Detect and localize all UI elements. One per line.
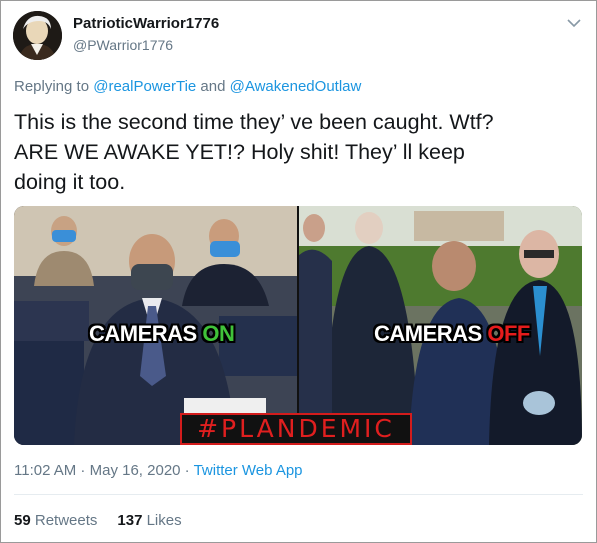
user-handle[interactable]: @PWarrior1776 <box>73 37 173 53</box>
mention-link-1[interactable]: @realPowerTie <box>93 78 196 95</box>
avatar[interactable] <box>13 11 62 60</box>
tweet-line: This is the second time they’ ve been ca… <box>14 110 494 134</box>
display-name[interactable]: PatrioticWarrior1776 <box>73 15 219 32</box>
caption-cameras-on: CAMERAS ON <box>89 321 235 347</box>
chevron-down-icon[interactable] <box>564 15 584 31</box>
retweets-count: 59 <box>14 512 31 529</box>
caption-prefix: CAMERAS <box>374 321 488 346</box>
tweet-date[interactable]: May 16, 2020 <box>90 462 181 479</box>
caption-cameras-off: CAMERAS OFF <box>374 321 530 347</box>
tweet-card: PatrioticWarrior1776 @PWarrior1776 Reply… <box>0 0 597 543</box>
caption-prefix: CAMERAS <box>89 321 203 346</box>
reply-prefix: Replying to <box>14 78 94 95</box>
likes-count: 137 <box>117 512 143 529</box>
reply-joiner: and <box>196 78 230 95</box>
meta-separator: · <box>180 462 194 479</box>
tweet-image[interactable]: CAMERAS ON CAMERAS OFF #PLANDEMIC <box>14 206 582 445</box>
mention-link-2[interactable]: @AwakenedOutlaw <box>230 78 362 95</box>
retweets-label: Retweets <box>34 512 98 529</box>
caption-word-on: ON <box>202 321 235 346</box>
hashtag-banner: #PLANDEMIC <box>180 413 412 445</box>
meta-separator: · <box>76 462 90 479</box>
divider <box>14 494 583 495</box>
likes-stat[interactable]: 137 Likes <box>117 512 181 529</box>
tweet-line: ARE WE AWAKE YET!? Holy shit! They’ ll k… <box>14 140 465 164</box>
tweet-time[interactable]: 11:02 AM <box>14 462 76 479</box>
tweet-source-link[interactable]: Twitter Web App <box>194 462 303 479</box>
tweet-metadata: 11:02 AM · May 16, 2020 · Twitter Web Ap… <box>14 462 303 479</box>
caption-word-off: OFF <box>487 321 530 346</box>
reply-context: Replying to @realPowerTie and @AwakenedO… <box>14 78 361 95</box>
likes-label: Likes <box>146 512 182 529</box>
avatar-portrait-icon <box>13 11 62 60</box>
tweet-line: doing it too. <box>14 170 126 194</box>
engagement-stats: 59 Retweets 137 Likes <box>14 512 182 529</box>
tweet-text: This is the second time they’ ve been ca… <box>14 107 584 197</box>
retweets-stat[interactable]: 59 Retweets <box>14 512 97 529</box>
